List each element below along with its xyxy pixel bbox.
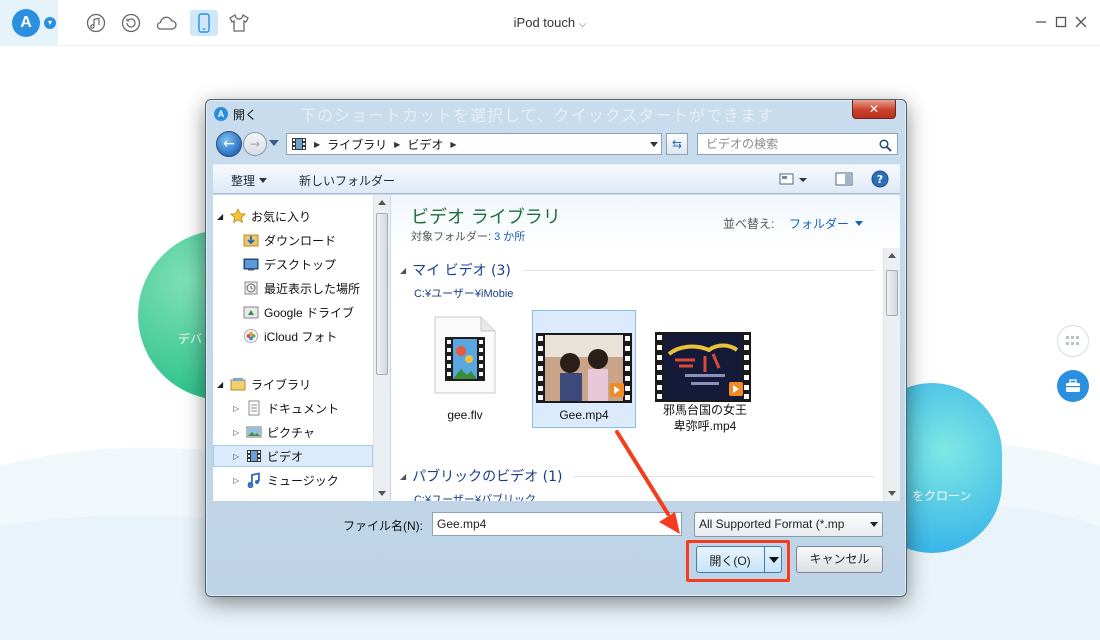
annotation-highlight-box — [686, 540, 790, 582]
annotation-arrow — [615, 430, 680, 534]
